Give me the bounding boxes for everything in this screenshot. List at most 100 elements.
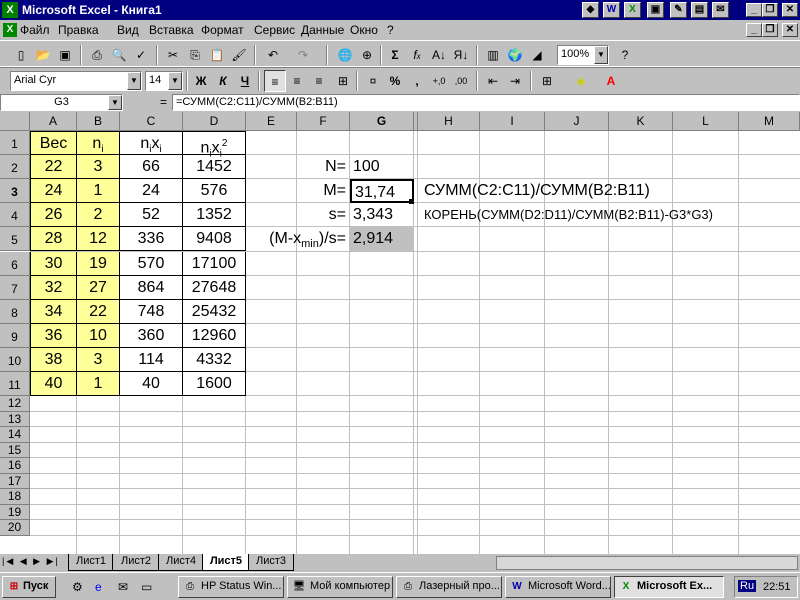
column-header[interactable]: I [480,112,545,131]
fill-color-icon[interactable]: ◈ [570,70,592,92]
cell-nixi2[interactable]: 27648 [183,275,246,300]
label-n[interactable]: N= [297,155,348,179]
row-header[interactable]: 12 [0,396,30,412]
menu-edit[interactable]: Правка [58,23,99,37]
cell-ni[interactable]: 12 [77,227,120,252]
column-header[interactable]: B [77,112,120,131]
preview-icon[interactable]: 🔍 [108,44,130,66]
font-size-combo[interactable]: 14 ▼ [145,71,183,91]
print-icon[interactable]: ⎙ [86,44,108,66]
undo-icon[interactable]: ↶ [262,44,284,66]
menu-tools[interactable]: Сервис [254,23,295,37]
row-header[interactable]: 8 [0,299,30,324]
horizontal-scrollbar[interactable] [496,556,798,570]
cell-weight[interactable]: 26 [30,203,77,228]
chevron-down-icon[interactable]: ▼ [168,72,182,90]
cell-ni[interactable]: 1 [77,179,120,204]
cell-weight[interactable]: 40 [30,372,77,397]
menu-help[interactable]: ? [387,23,394,37]
increase-indent-icon[interactable]: ⇥ [504,70,526,92]
function-icon[interactable]: fx [406,44,428,66]
merge-center-button[interactable]: ⊞ [332,70,354,92]
sort-desc-icon[interactable]: Я↓ [450,44,472,66]
doc-minimize-button[interactable]: _ [746,23,762,37]
cell-nixi2[interactable]: 25432 [183,299,246,324]
column-header[interactable]: G [350,112,414,131]
borders-icon[interactable]: ⊞ [536,70,558,92]
chevron-down-icon[interactable]: ▼ [108,95,122,110]
currency-icon[interactable]: ¤ [362,70,384,92]
select-all-corner[interactable] [0,112,30,131]
menu-view[interactable]: Вид [117,23,139,37]
cell-ni[interactable]: 1 [77,372,120,397]
row-header[interactable]: 16 [0,458,30,474]
cell-nixi2[interactable]: 4332 [183,347,246,372]
cell-ni[interactable]: 10 [77,323,120,348]
ie-icon[interactable]: e [95,580,102,594]
cell-weight[interactable]: 34 [30,299,77,324]
column-header[interactable]: J [545,112,609,131]
menu-format[interactable]: Формат [201,23,244,37]
office-assistant-icon[interactable]: ? [614,44,636,66]
notes-icon[interactable]: ✎ [670,2,687,18]
header-nixi[interactable]: nixi [120,131,183,155]
cell-nixi2[interactable]: 17100 [183,251,246,276]
row-header[interactable]: 14 [0,427,30,443]
cell-nixi2[interactable]: 1452 [183,155,246,180]
cell-nixi2[interactable]: 1600 [183,372,246,397]
row-header[interactable]: 4 [0,203,30,228]
new-icon[interactable]: ▯ [10,44,32,66]
cell-nixi[interactable]: 570 [120,251,183,276]
pin-icon[interactable]: ◆ [582,2,599,18]
value-m[interactable]: 31,74 [350,179,414,204]
spelling-icon[interactable]: ✓ [130,44,152,66]
cell-nixi2[interactable]: 1352 [183,203,246,228]
drawing-icon[interactable]: ◢ [526,44,548,66]
cell-ni[interactable]: 2 [77,203,120,228]
sheet-tab[interactable]: Лист3 [248,554,294,571]
row-header[interactable]: 18 [0,489,30,505]
excel-quick-icon[interactable]: X [624,2,641,18]
cell-nixi[interactable]: 360 [120,323,183,348]
sheet-tab[interactable]: Лист5 [202,554,250,571]
value-n[interactable]: 100 [350,155,414,179]
bold-button[interactable]: Ж [190,70,212,92]
cell-nixi[interactable]: 40 [120,372,183,397]
language-indicator[interactable]: Ru [738,580,757,592]
autosum-icon[interactable]: Σ [384,44,406,66]
column-header[interactable]: L [673,112,739,131]
row-header[interactable]: 6 [0,251,30,276]
row-header[interactable]: 9 [0,323,30,348]
task-excel[interactable]: X Microsoft Ex... [614,576,724,598]
chart-wizard-icon[interactable]: ▥ [482,44,504,66]
percent-icon[interactable]: % [384,70,406,92]
row-header[interactable]: 3 [0,179,30,204]
row-header[interactable]: 5 [0,227,30,252]
worksheet-grid[interactable]: ABCDEFGHIJKLMN12345678910111213141516171… [0,112,800,554]
cell-weight[interactable]: 32 [30,275,77,300]
word-icon[interactable]: W [603,2,620,18]
row-header[interactable]: 10 [0,347,30,372]
close-button[interactable]: ✕ [782,3,798,17]
cell-nixi[interactable]: 748 [120,299,183,324]
row-header[interactable]: 20 [0,520,30,536]
cell-ni[interactable]: 19 [77,251,120,276]
task-my-computer[interactable]: 🖥 Мой компьютер [287,576,393,598]
menu-file[interactable]: Файл [20,23,50,37]
underline-button[interactable]: Ч [234,70,256,92]
menu-data[interactable]: Данные [301,23,344,37]
column-header-h-split[interactable] [414,112,418,131]
row-header[interactable]: 2 [0,155,30,180]
align-right-button[interactable]: ≡ [308,70,330,92]
doc-restore-button[interactable]: ❐ [762,23,778,37]
label-ratio[interactable]: (M-xmin)/s= [246,227,348,251]
cell-nixi[interactable]: 24 [120,179,183,204]
redo-icon[interactable]: ↷ [292,44,314,66]
name-box[interactable]: G3 ▼ [0,94,123,111]
column-header[interactable]: E [246,112,297,131]
value-ratio[interactable]: 2,914 [350,227,414,252]
chevron-down-icon[interactable]: ▼ [594,46,608,64]
label-m[interactable]: M= [297,179,348,203]
column-header[interactable]: M [739,112,800,131]
cell-weight[interactable]: 36 [30,323,77,348]
